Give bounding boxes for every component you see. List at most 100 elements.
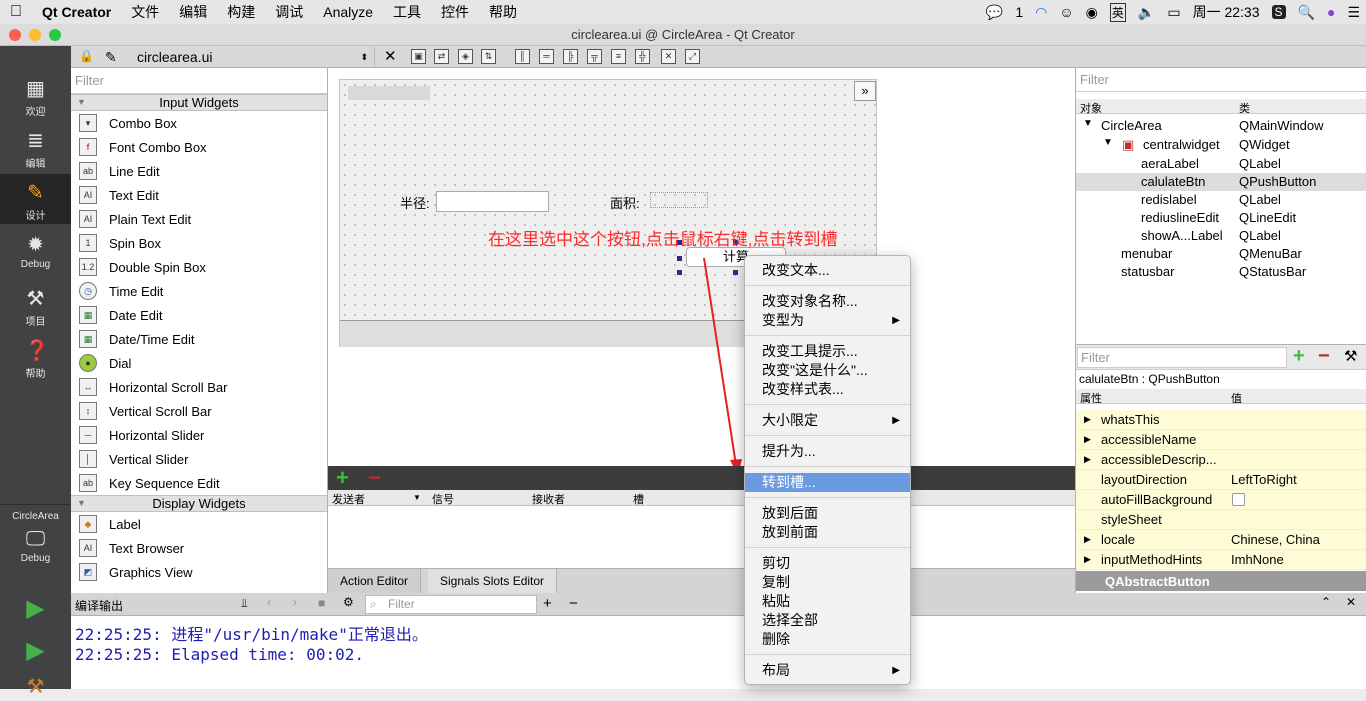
property-row[interactable]: ▶ accessibleName (1076, 430, 1366, 450)
wifi-icon[interactable]: ◠ (1035, 4, 1047, 21)
menu-change-stylesheet[interactable]: 改变样式表... (745, 380, 910, 399)
object-row[interactable]: rediuslineEdit QLineEdit (1076, 209, 1366, 227)
menu-edit[interactable]: 编辑 (169, 2, 217, 22)
menu-go-to-slot[interactable]: 转到槽... (745, 473, 910, 492)
kit-selector[interactable]: CircleArea 🖵 Debug (0, 504, 71, 582)
minimize-window-button[interactable] (29, 29, 41, 41)
menu-delete[interactable]: 删除 (745, 630, 910, 649)
notification-center-icon[interactable]: ☰ (1347, 4, 1360, 21)
volume-icon[interactable]: 🔈 (1138, 4, 1155, 21)
add-property-icon[interactable]: + (1293, 345, 1305, 368)
widget-date-edit[interactable]: ▦ Date Edit (71, 303, 327, 327)
layout-form-icon[interactable]: ≡ (611, 49, 626, 64)
s-app-icon[interactable]: S (1271, 5, 1286, 19)
gear-icon[interactable]: ⚙ (343, 595, 354, 609)
close-document-icon[interactable]: ✕ (384, 47, 397, 65)
widget-key-sequence-edit[interactable]: ab Key Sequence Edit (71, 471, 327, 495)
mode-debug[interactable]: ✹ Debug (0, 234, 71, 270)
widget-graphics-view[interactable]: ◩ Graphics View (71, 560, 327, 584)
menu-analyze[interactable]: Analyze (313, 4, 383, 20)
widget-vertical-scroll-bar[interactable]: ↕ Vertical Scroll Bar (71, 399, 327, 423)
remove-connection-icon[interactable]: − (368, 466, 381, 490)
menu-bring-to-front[interactable]: 放到前面 (745, 523, 910, 542)
menu-help[interactable]: 帮助 (479, 2, 527, 22)
object-row[interactable]: ▼ CircleArea QMainWindow (1076, 117, 1366, 135)
area-result-label[interactable] (650, 192, 708, 208)
menu-layout[interactable]: 布局 ▶ (745, 661, 910, 680)
category-input-widgets[interactable]: ▼ Input Widgets (71, 94, 327, 111)
col-receiver[interactable]: 接收者 (532, 491, 565, 507)
object-row[interactable]: menubar QMenuBar (1076, 245, 1366, 263)
menu-promote-to[interactable]: 提升为... (745, 442, 910, 461)
object-row-selected[interactable]: calulateBtn QPushButton (1076, 173, 1366, 191)
output-filter-input[interactable]: ⌕ Filter (365, 595, 537, 614)
widget-font-combo-box[interactable]: f Font Combo Box (71, 135, 327, 159)
edit-widgets-icon[interactable]: ▣ (411, 49, 426, 64)
previous-icon[interactable]: ‹ (267, 595, 271, 609)
edit-signals-slots-icon[interactable]: ⇄ (434, 49, 449, 64)
property-row[interactable]: ▶ locale Chinese, China (1076, 530, 1366, 550)
ime-indicator[interactable]: 英 (1109, 2, 1126, 22)
property-row[interactable]: ▶ whatsThis (1076, 410, 1366, 430)
run-button[interactable]: ▶ (0, 597, 71, 623)
radius-label[interactable]: 半径: (400, 193, 430, 212)
col-sender[interactable]: 发送者 (332, 491, 365, 507)
area-label[interactable]: 面积: (610, 193, 640, 212)
category-display-widgets[interactable]: ▼ Display Widgets (71, 495, 327, 512)
autofill-checkbox[interactable] (1232, 493, 1245, 506)
zoom-out-icon[interactable]: − (569, 595, 578, 612)
col-slot[interactable]: 槽 (633, 491, 644, 507)
apple-menu-icon[interactable]:  (0, 3, 32, 21)
close-window-button[interactable] (9, 29, 21, 41)
open-file-combo[interactable]: ✎ circlearea.ui ⬍ (97, 47, 375, 67)
widget-double-spin-box[interactable]: 1.2 Double Spin Box (71, 255, 327, 279)
widget-time-edit[interactable]: ◷ Time Edit (71, 279, 327, 303)
maximize-pane-icon[interactable]: ⌃ (1321, 595, 1331, 609)
property-filter-input[interactable]: Filter (1077, 347, 1287, 368)
next-icon[interactable]: › (293, 595, 297, 609)
menu-change-whats-this[interactable]: 改变"这是什么"... (745, 361, 910, 380)
mode-design[interactable]: ✎ 设计 (0, 174, 71, 224)
layout-vertical-icon[interactable]: ═ (539, 49, 554, 64)
col-signal[interactable]: 信号 (432, 491, 454, 507)
widget-plain-text-edit[interactable]: AI Plain Text Edit (71, 207, 327, 231)
object-row[interactable]: statusbar QStatusBar (1076, 263, 1366, 281)
layout-h-splitter-icon[interactable]: ╠ (563, 49, 578, 64)
tab-signals-slots-editor[interactable]: Signals Slots Editor (428, 569, 558, 593)
layout-v-splitter-icon[interactable]: ╦ (587, 49, 602, 64)
app-menu[interactable]: Qt Creator (32, 4, 121, 20)
object-row[interactable]: showA...Label QLabel (1076, 227, 1366, 245)
property-section-header[interactable]: QAbstractButton (1076, 571, 1366, 591)
widget-combo-box[interactable]: ▾ Combo Box (71, 111, 327, 135)
property-row[interactable]: ▶ inputMethodHints ImhNone (1076, 550, 1366, 570)
layout-horizontal-icon[interactable]: ║ (515, 49, 530, 64)
radius-input[interactable] (436, 191, 549, 212)
edit-buddies-icon[interactable]: ◈ (458, 49, 473, 64)
clear-output-icon[interactable]: ⫫ (241, 596, 248, 611)
property-row[interactable]: autoFillBackground (1076, 490, 1366, 510)
object-row[interactable]: aeraLabel QLabel (1076, 155, 1366, 173)
menu-select-all[interactable]: 选择全部 (745, 611, 910, 630)
widget-filter-input[interactable]: Filter (71, 68, 327, 94)
add-connection-icon[interactable]: + (336, 466, 349, 490)
stop-icon[interactable]: ■ (318, 596, 325, 610)
menu-file[interactable]: 文件 (121, 2, 169, 22)
adjust-size-icon[interactable]: ⤢ (685, 49, 700, 64)
object-filter-input[interactable]: Filter (1076, 68, 1366, 92)
menu-tools[interactable]: 工具 (383, 2, 431, 22)
menu-debug[interactable]: 调试 (265, 2, 313, 22)
property-row[interactable]: layoutDirection LeftToRight (1076, 470, 1366, 490)
layout-grid-icon[interactable]: ╬ (635, 49, 650, 64)
menu-size-constraints[interactable]: 大小限定 ▶ (745, 411, 910, 430)
qq-icon[interactable]: ◉ (1086, 4, 1098, 21)
menu-copy[interactable]: 复制 (745, 573, 910, 592)
more-chevron-icon[interactable]: » (854, 81, 876, 101)
widget-datetime-edit[interactable]: ▦ Date/Time Edit (71, 327, 327, 351)
search-icon[interactable]: 🔍 (1298, 4, 1315, 21)
zoom-window-button[interactable] (49, 29, 61, 41)
widget-horizontal-scroll-bar[interactable]: ↔ Horizontal Scroll Bar (71, 375, 327, 399)
widget-horizontal-slider[interactable]: ─ Horizontal Slider (71, 423, 327, 447)
remove-property-icon[interactable]: − (1318, 345, 1330, 368)
menu-cut[interactable]: 剪切 (745, 554, 910, 573)
edit-tab-order-icon[interactable]: ⇅ (481, 49, 496, 64)
